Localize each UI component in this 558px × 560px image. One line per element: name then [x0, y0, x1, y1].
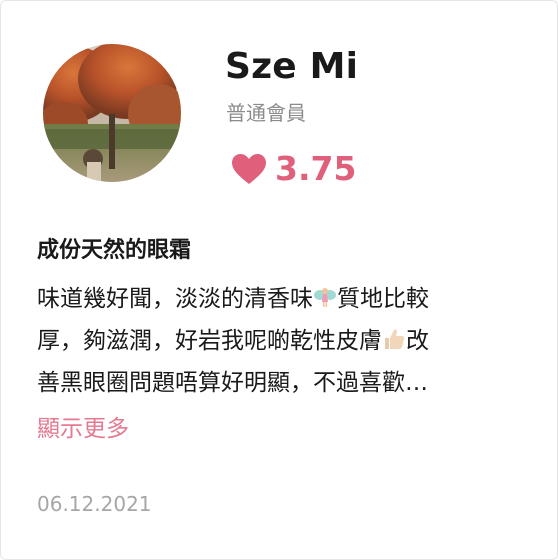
- review-title: 成份天然的眼霜: [37, 238, 192, 263]
- avatar-autumn-tree-photo: [43, 44, 181, 182]
- fairy-emoji-icon: [314, 288, 336, 307]
- review-card: Sze Mi 普通會員 3.75 成份天然的眼霜 味道幾好聞，淡淡的清香味 質地…: [0, 0, 558, 560]
- review-text: 改: [406, 328, 429, 354]
- review-text: 善黑眼圈問題唔算好明顯，不過喜歡…: [37, 370, 428, 396]
- heart-icon: [232, 154, 266, 184]
- thumbs-up-emoji-icon: [385, 329, 405, 349]
- user-name[interactable]: Sze Mi: [225, 43, 358, 91]
- review-date: 06.12.2021: [37, 492, 152, 516]
- review-text: 厚，夠滋潤，好岩我呢啲乾性皮膚: [37, 328, 382, 354]
- review-line: 味道幾好聞，淡淡的清香味 質地比較: [37, 278, 527, 320]
- review-text: 味道幾好聞，淡淡的清香味: [37, 286, 313, 312]
- rating-value: 3.75: [275, 149, 357, 188]
- avatar[interactable]: [43, 44, 181, 182]
- review-text: 質地比較: [337, 286, 429, 312]
- rating: 3.75: [231, 149, 356, 189]
- member-level-badge: 普通會員: [226, 101, 306, 125]
- review-line: 厚，夠滋潤，好岩我呢啲乾性皮膚 改: [37, 320, 527, 362]
- show-more-link[interactable]: 顯示更多: [37, 411, 129, 447]
- review-line: 善黑眼圈問題唔算好明顯，不過喜歡…: [37, 362, 527, 404]
- review-body: 味道幾好聞，淡淡的清香味 質地比較 厚，夠滋潤，好岩我呢啲乾性皮膚 改 善黑眼圈…: [37, 278, 527, 404]
